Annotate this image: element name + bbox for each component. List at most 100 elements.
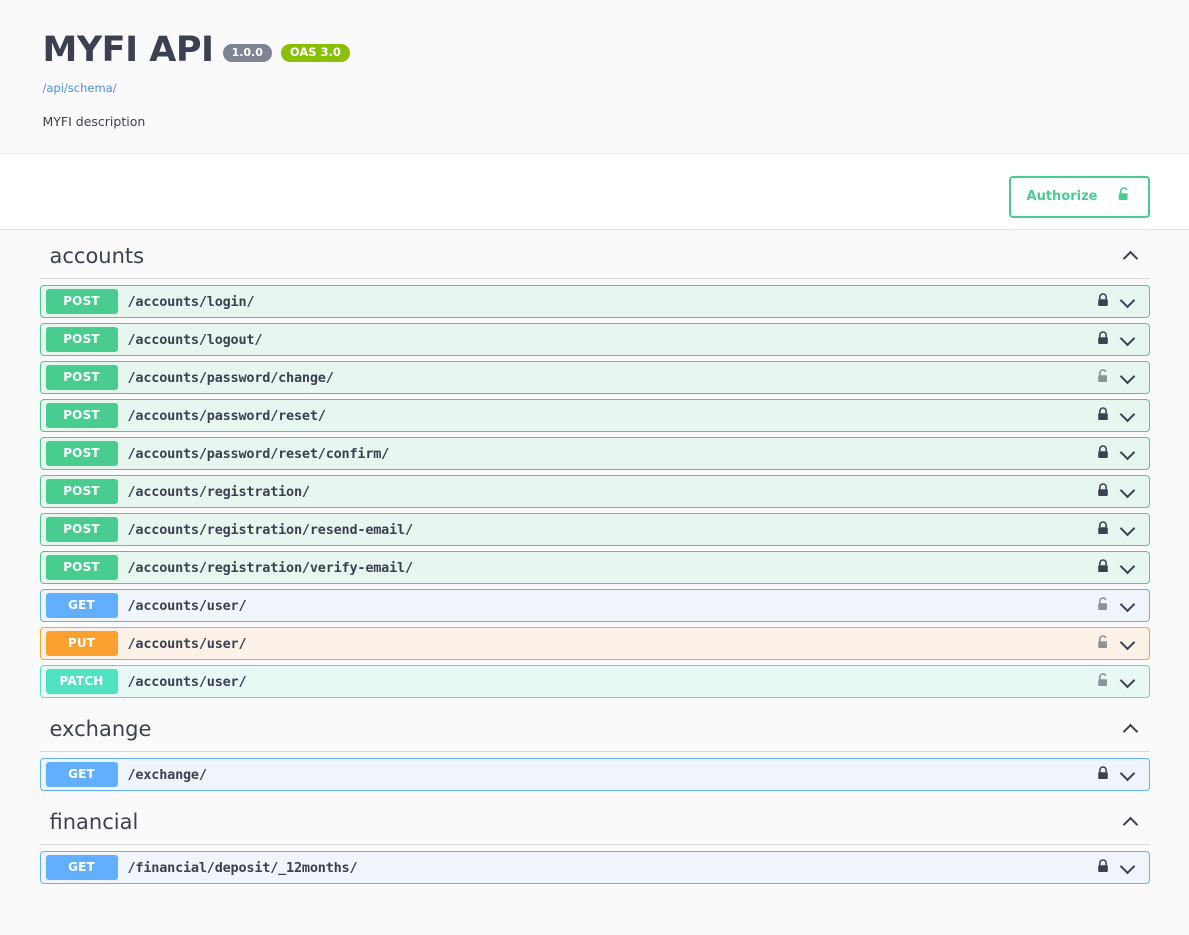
operation-row[interactable]: GET/financial/deposit/_12months/ <box>39 851 1150 884</box>
authorize-button[interactable]: Authorize <box>1008 176 1150 219</box>
lock-icon[interactable] <box>1095 764 1111 786</box>
lock-icon[interactable] <box>1095 857 1111 879</box>
method-badge: POST <box>45 327 118 352</box>
operation-path: /accounts/login/ <box>127 293 255 310</box>
operation-controls <box>1095 367 1149 389</box>
method-badge: PUT <box>45 631 118 656</box>
method-badge: GET <box>45 762 118 787</box>
method-badge: POST <box>45 289 118 314</box>
operation-path: /accounts/registration/resend-email/ <box>127 521 414 538</box>
method-badge: POST <box>45 517 118 542</box>
operation-path: /accounts/password/reset/confirm/ <box>127 445 390 462</box>
authorize-band: Authorize <box>0 154 1189 230</box>
chevron-down-icon[interactable] <box>1119 673 1137 691</box>
oas-badge: OAS 3.0 <box>280 43 350 63</box>
title-row: MYFI API 1.0.0 OAS 3.0 <box>43 30 1147 70</box>
operation-row[interactable]: POST/accounts/registration/ <box>39 475 1150 508</box>
chevron-down-icon[interactable] <box>1119 635 1137 653</box>
operation-controls <box>1095 519 1149 541</box>
chevron-up-icon[interactable] <box>1122 247 1140 265</box>
tag-name: accounts <box>49 244 145 268</box>
tag-header-financial[interactable]: financial <box>39 796 1150 845</box>
method-badge: POST <box>45 479 118 504</box>
operation-path: /exchange/ <box>127 766 207 783</box>
operation-controls <box>1095 443 1149 465</box>
lock-icon[interactable] <box>1095 481 1111 503</box>
operation-row[interactable]: PATCH/accounts/user/ <box>39 665 1150 698</box>
chevron-down-icon[interactable] <box>1119 483 1137 501</box>
method-badge: POST <box>45 403 118 428</box>
operation-path: /accounts/registration/ <box>127 483 311 500</box>
unlock-icon[interactable] <box>1095 633 1111 655</box>
operation-controls <box>1095 405 1149 427</box>
operation-path: /accounts/password/change/ <box>127 369 334 386</box>
chevron-down-icon[interactable] <box>1119 331 1137 349</box>
operation-path: /accounts/user/ <box>127 673 247 690</box>
schema-link[interactable]: /api/schema/ <box>43 81 1147 95</box>
operation-row[interactable]: POST/accounts/login/ <box>39 285 1150 318</box>
method-badge: GET <box>45 593 118 618</box>
operation-controls <box>1095 857 1149 879</box>
operation-row[interactable]: POST/accounts/password/reset/ <box>39 399 1150 432</box>
operation-controls <box>1095 671 1149 693</box>
chevron-down-icon[interactable] <box>1119 766 1137 784</box>
operation-row[interactable]: POST/accounts/logout/ <box>39 323 1150 356</box>
unlock-icon[interactable] <box>1095 367 1111 389</box>
operation-row[interactable]: POST/accounts/registration/verify-email/ <box>39 551 1150 584</box>
page-title: MYFI API <box>42 30 215 70</box>
operation-path: /financial/deposit/_12months/ <box>127 859 358 876</box>
api-info-band: MYFI API 1.0.0 OAS 3.0 /api/schema/ MYFI… <box>0 0 1189 154</box>
version-badge: 1.0.0 <box>222 44 272 62</box>
chevron-down-icon[interactable] <box>1119 597 1137 615</box>
chevron-up-icon[interactable] <box>1122 720 1140 738</box>
api-description: MYFI description <box>42 114 146 129</box>
lock-icon[interactable] <box>1095 291 1111 313</box>
chevron-down-icon[interactable] <box>1119 407 1137 425</box>
operation-path: /accounts/registration/verify-email/ <box>127 559 414 576</box>
operation-controls <box>1095 291 1149 313</box>
operation-path: /accounts/user/ <box>127 635 247 652</box>
chevron-down-icon[interactable] <box>1119 445 1137 463</box>
lock-icon[interactable] <box>1095 329 1111 351</box>
tag-name: exchange <box>49 717 152 741</box>
method-badge: POST <box>45 555 118 580</box>
chevron-down-icon[interactable] <box>1119 859 1137 877</box>
tag-block: accounts POST/accounts/login/POST/account… <box>39 230 1150 698</box>
operation-controls <box>1095 764 1149 786</box>
tag-block: financial GET/financial/deposit/_12months… <box>39 796 1150 884</box>
chevron-down-icon[interactable] <box>1119 559 1137 577</box>
method-badge: POST <box>45 441 118 466</box>
unlock-icon[interactable] <box>1095 595 1111 617</box>
operations-area: accounts POST/accounts/login/POST/account… <box>0 230 1189 884</box>
operation-path: /accounts/password/reset/ <box>127 407 326 424</box>
unlock-icon <box>1116 185 1132 209</box>
chevron-down-icon[interactable] <box>1119 293 1137 311</box>
method-badge: GET <box>45 855 118 880</box>
tag-header-exchange[interactable]: exchange <box>39 703 1150 752</box>
method-badge: PATCH <box>45 669 118 694</box>
operation-row[interactable]: POST/accounts/registration/resend-email/ <box>39 513 1150 546</box>
authorize-label: Authorize <box>1026 189 1098 204</box>
operation-row[interactable]: GET/exchange/ <box>39 758 1150 791</box>
operation-controls <box>1095 329 1149 351</box>
operation-row[interactable]: POST/accounts/password/change/ <box>39 361 1150 394</box>
tag-name: financial <box>49 810 139 834</box>
lock-icon[interactable] <box>1095 519 1111 541</box>
tag-header-accounts[interactable]: accounts <box>39 230 1150 279</box>
lock-icon[interactable] <box>1095 557 1111 579</box>
tag-block: exchange GET/exchange/ <box>39 703 1150 791</box>
lock-icon[interactable] <box>1095 405 1111 427</box>
chevron-down-icon[interactable] <box>1119 521 1137 539</box>
operation-controls <box>1095 633 1149 655</box>
lock-icon[interactable] <box>1095 443 1111 465</box>
operation-controls <box>1095 557 1149 579</box>
operation-row[interactable]: GET/accounts/user/ <box>39 589 1150 622</box>
unlock-icon[interactable] <box>1095 671 1111 693</box>
operation-row[interactable]: POST/accounts/password/reset/confirm/ <box>39 437 1150 470</box>
operation-controls <box>1095 595 1149 617</box>
chevron-up-icon[interactable] <box>1122 813 1140 831</box>
operation-controls <box>1095 481 1149 503</box>
method-badge: POST <box>45 365 118 390</box>
operation-row[interactable]: PUT/accounts/user/ <box>39 627 1150 660</box>
chevron-down-icon[interactable] <box>1119 369 1137 387</box>
